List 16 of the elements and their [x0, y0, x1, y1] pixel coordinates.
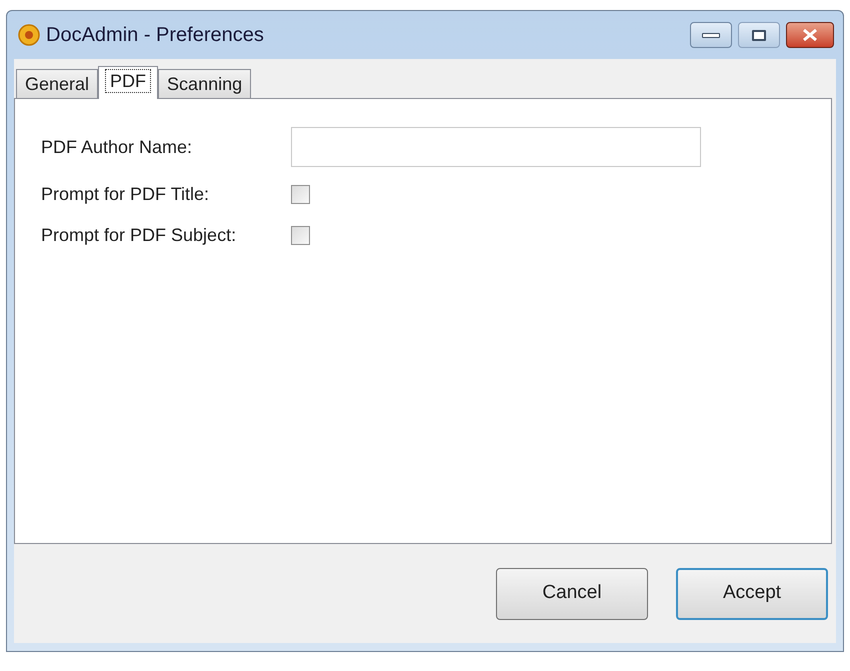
text-field[interactable]: [291, 127, 701, 167]
tab[interactable]: General: [16, 69, 98, 98]
tab[interactable]: PDF: [98, 66, 158, 99]
checkbox[interactable]: [291, 226, 310, 245]
close-button[interactable]: [786, 22, 834, 48]
tab[interactable]: Scanning: [158, 69, 252, 98]
checkbox[interactable]: [291, 185, 310, 204]
field-label: Prompt for PDF Subject:: [41, 224, 238, 247]
maximize-button[interactable]: [738, 22, 780, 48]
window-title: DocAdmin - Preferences: [46, 23, 264, 48]
close-icon: [802, 29, 818, 41]
minimize-button[interactable]: [690, 22, 732, 48]
dialog-button[interactable]: Cancel: [496, 568, 648, 620]
field-label: PDF Author Name:: [41, 136, 194, 158]
field-label: Prompt for PDF Title:: [41, 183, 210, 206]
dialog-button[interactable]: Accept: [676, 568, 828, 620]
